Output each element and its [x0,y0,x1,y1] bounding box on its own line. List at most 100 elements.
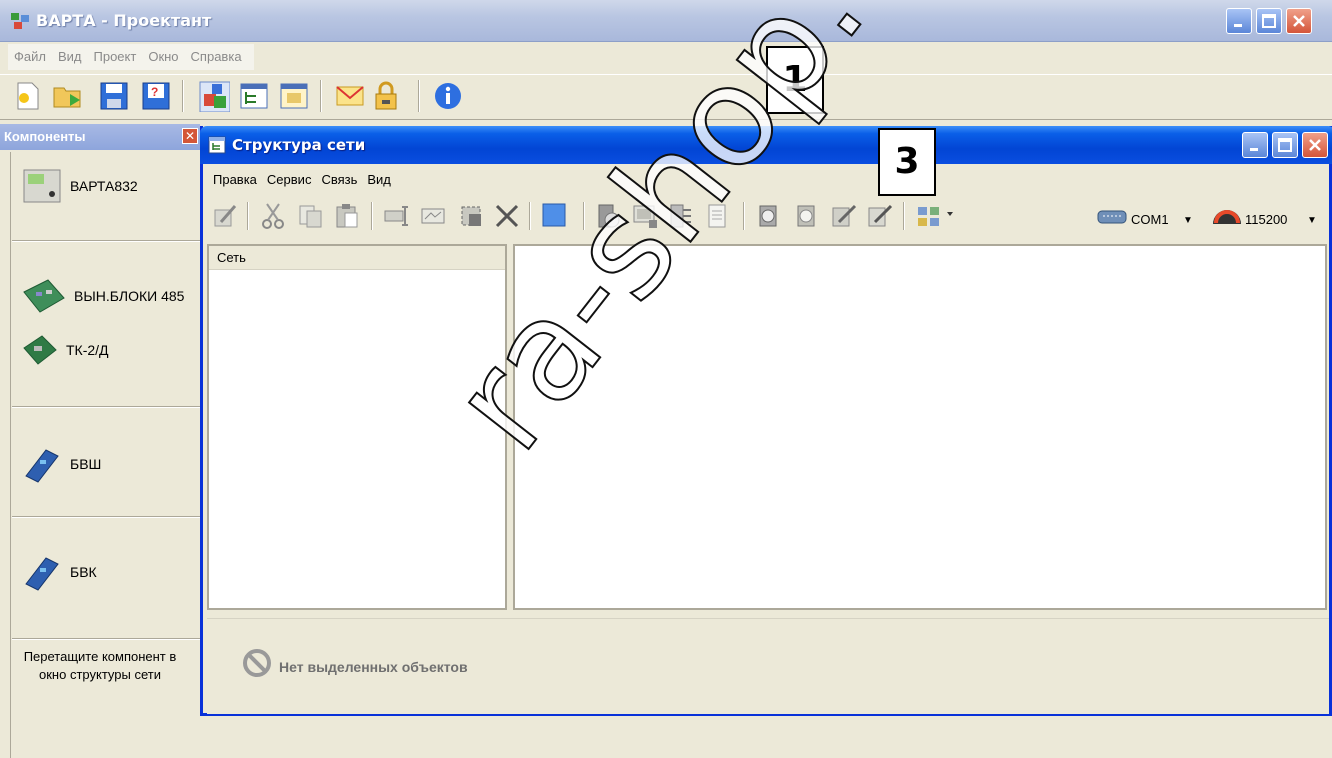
chevron-down-icon[interactable]: ▼ [1307,215,1317,226]
speed-gauge-icon [1213,210,1241,224]
component-item[interactable]: ВАРТА832 [22,166,138,206]
monitor-stop-icon[interactable] [793,202,821,230]
paste-icon[interactable] [333,202,361,230]
save-as-icon[interactable]: ? [140,80,172,112]
component-item[interactable]: ВЫН.БЛОКИ 485 [22,278,184,314]
maximize-icon [1262,14,1276,28]
component-label: БВШ [70,456,102,472]
lock-icon[interactable] [370,80,402,112]
maximize-button[interactable] [1256,8,1282,34]
tree-config-icon[interactable] [667,202,695,230]
component-item[interactable]: БВК [22,552,97,592]
menu-service[interactable]: Сервис [263,170,316,189]
component-label: БВК [70,564,97,580]
menu-bar: Файл Вид Проект Окно Справка [8,44,254,70]
read-device-icon[interactable] [595,202,623,230]
components-panel: Компоненты ✕ ВАРТА832 ВЫН.БЛОКИ 485 ТК-2… [0,124,200,758]
toolbar-separator [418,80,420,112]
components-title: Компоненты [4,129,86,144]
color-icon[interactable] [541,202,569,230]
network-maximize-button[interactable] [1272,132,1298,158]
divider [12,406,200,408]
menu-help[interactable]: Справка [185,44,248,70]
no-selection-icon [243,649,271,677]
chevron-down-icon[interactable]: ▼ [1183,215,1193,226]
save-icon[interactable] [98,80,130,112]
edit-icon[interactable] [211,202,239,230]
com-port-select[interactable]: COM1 [1131,212,1169,227]
chevron-down-icon[interactable] [945,202,955,230]
menu-view[interactable]: Вид [52,44,88,70]
monitor-icon[interactable] [755,202,783,230]
menu-project[interactable]: Проект [88,44,143,70]
cut-icon[interactable] [259,202,287,230]
components-header: Компоненты ✕ [0,124,200,150]
baud-rate-select[interactable]: 115200 [1245,212,1287,227]
divider [12,516,200,518]
mail-icon[interactable] [334,80,366,112]
network-close-button[interactable] [1302,132,1328,158]
network-structure-icon [208,136,226,154]
controller-icon [23,169,61,203]
properties-icon[interactable] [419,202,447,230]
close-panel-icon[interactable]: ✕ [182,128,198,144]
document-icon[interactable] [703,202,731,230]
new-file-icon[interactable] [12,80,44,112]
app-window: ВАРТА - Проектант Файл Вид Проект Окно С… [0,0,1332,758]
write-icon[interactable] [829,202,857,230]
close-icon [1309,139,1321,151]
svg-text:?: ? [151,85,158,99]
callout-3: 3 [878,128,936,196]
divider [12,240,200,242]
minimize-icon [1250,148,1258,151]
network-menu-bar: Правка Сервис Связь Вид [209,170,395,189]
component-item[interactable]: БВШ [22,444,101,484]
component-label: ТК-2/Д [66,342,109,358]
component-item[interactable]: ТК-2/Д [22,332,109,368]
network-tree-panel[interactable]: Сеть [207,244,507,610]
rename-icon[interactable] [383,202,411,230]
status-text: Нет выделенных объектов [279,659,468,675]
open-folder-icon[interactable] [52,80,84,112]
network-structure-icon[interactable] [238,80,270,112]
menu-view[interactable]: Вид [363,170,395,189]
network-window-title-bar: Структура сети [200,126,1332,164]
component-label: ВЫН.БЛОКИ 485 [74,288,185,304]
drag-hint: Перетащите компонент в окно структуры се… [0,648,200,684]
title-bar: ВАРТА - Проектант [0,0,1332,42]
network-content-panel[interactable] [513,244,1327,610]
callout-1: 1 [766,46,824,114]
write-all-icon[interactable] [865,202,893,230]
tree-header: Сеть [209,246,505,270]
minimize-icon [1234,24,1242,27]
window-title: ВАРТА - Проектант [36,11,212,30]
app-icon [11,13,29,29]
delete-icon[interactable] [493,202,521,230]
toolbar-separator [320,80,322,112]
network-minimize-button[interactable] [1242,132,1268,158]
view-mode-icon[interactable] [915,202,943,230]
components-icon[interactable] [198,80,230,112]
close-button[interactable] [1286,8,1312,34]
menu-connection[interactable]: Связь [317,170,361,189]
toolbar-separator [529,202,531,230]
menu-window[interactable]: Окно [142,44,184,70]
toolbar-separator [743,202,745,230]
divider [12,638,200,640]
module-icon [25,557,59,591]
config-window-icon[interactable] [278,80,310,112]
minimize-button[interactable] [1226,8,1252,34]
status-panel: Нет выделенных объектов [207,618,1329,714]
screen-icon[interactable] [631,202,659,230]
menu-edit[interactable]: Правка [209,170,261,189]
module-icon [25,449,59,483]
info-icon[interactable] [432,80,464,112]
board-icon [23,279,65,313]
select-icon[interactable] [457,202,485,230]
serial-port-icon [1097,210,1127,224]
menu-file[interactable]: Файл [8,44,52,70]
close-icon [1293,15,1305,27]
hint-line: окно структуры сети [39,667,161,682]
board-icon [23,335,57,365]
copy-icon[interactable] [297,202,325,230]
